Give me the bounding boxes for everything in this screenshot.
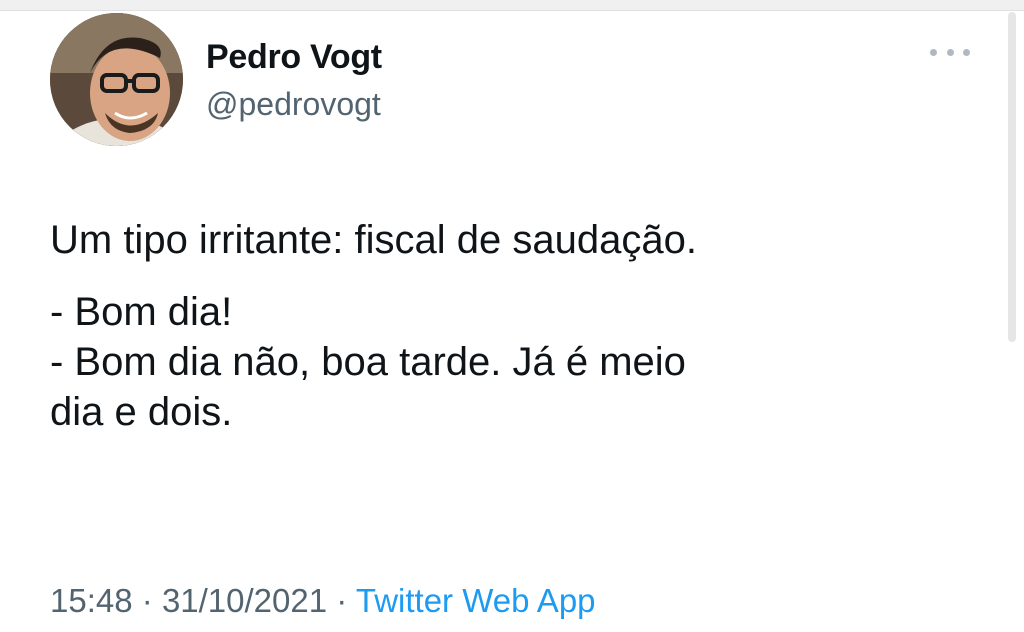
avatar-image — [50, 13, 183, 146]
separator: · — [336, 582, 348, 619]
tweet-line: - Bom dia! — [50, 290, 233, 334]
avatar[interactable] — [50, 13, 183, 146]
tweet-metadata: 15:48 · 31/10/2021 · Twitter Web App — [50, 582, 596, 620]
separator: · — [141, 582, 153, 619]
tweet-text: Um tipo irritante: fiscal de saudação. -… — [50, 215, 970, 437]
more-horizontal-icon-dot-2 — [946, 48, 954, 56]
scrollbar[interactable] — [1008, 12, 1016, 342]
more-horizontal-icon-dot-3 — [963, 48, 970, 56]
tweet-date[interactable]: 31/10/2021 — [162, 582, 327, 619]
tweet-card: Pedro Vogt @pedrovogt Um tipo irritante:… — [0, 0, 1024, 632]
author-name[interactable]: Pedro Vogt — [206, 38, 382, 77]
tweet-line: dia e dois. — [50, 390, 233, 434]
author-handle[interactable]: @pedrovogt — [206, 86, 381, 123]
more-options-button[interactable] — [930, 40, 970, 64]
top-divider — [0, 0, 1024, 11]
tweet-line: Um tipo irritante: fiscal de saudação. — [50, 218, 697, 262]
tweet-time[interactable]: 15:48 — [50, 582, 133, 619]
tweet-line: - Bom dia não, boa tarde. Já é meio — [50, 340, 686, 384]
more-horizontal-icon — [930, 48, 937, 56]
tweet-source-link[interactable]: Twitter Web App — [356, 582, 596, 619]
